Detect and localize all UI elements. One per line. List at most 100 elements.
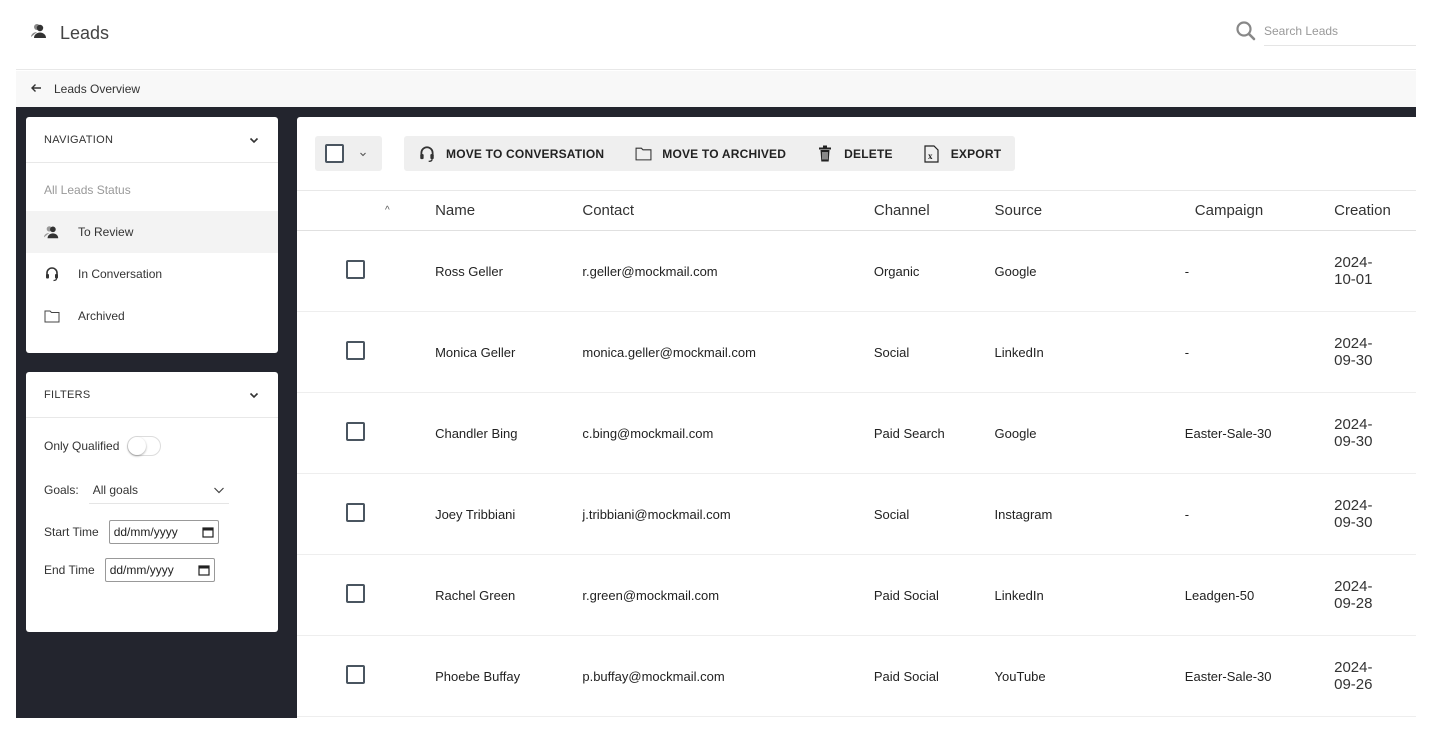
lead-campaign: Easter-Sale-30 bbox=[1184, 392, 1335, 474]
search-box bbox=[1234, 16, 1416, 46]
lead-contact: p.buffay@mockmail.com bbox=[582, 635, 874, 717]
chevron-down-icon[interactable] bbox=[248, 389, 260, 401]
goals-value: All goals bbox=[92, 482, 139, 497]
goals-label: Goals: bbox=[44, 483, 79, 497]
row-checkbox[interactable] bbox=[346, 422, 365, 441]
toggle-knob bbox=[128, 437, 147, 455]
table-header-row: ^ Name Contact Channel Source Campaign C… bbox=[297, 190, 1416, 231]
lead-creation-date: 2024-09-30 bbox=[1334, 392, 1416, 474]
chevron-down-icon bbox=[213, 487, 224, 493]
row-checkbox-cell bbox=[297, 230, 436, 312]
lead-creation-date: 2024-09-28 bbox=[1334, 554, 1416, 636]
column-header-source[interactable]: Source bbox=[994, 190, 1185, 231]
lead-creation-date: 2024-09-26 bbox=[1334, 635, 1416, 717]
action-label: MOVE TO CONVERSATION bbox=[446, 146, 605, 161]
filters-title: FILTERS bbox=[44, 388, 91, 401]
lead-campaign: - bbox=[1184, 473, 1335, 555]
table-row[interactable]: Phoebe Buffay p.buffay@mockmail.com Paid S… bbox=[297, 635, 1416, 717]
user-review-icon bbox=[44, 224, 60, 240]
leads-table: ^ Name Contact Channel Source Campaign C… bbox=[297, 190, 1416, 717]
lead-source: YouTube bbox=[994, 635, 1185, 717]
lead-channel: Social bbox=[873, 473, 995, 555]
table-row[interactable]: Joey Tribbiani j.tribbiani@mockmail.com So… bbox=[297, 473, 1416, 555]
end-time-value: dd/mm/yyyy bbox=[109, 563, 174, 577]
move-to-conversation-button[interactable]: MOVE TO CONVERSATION bbox=[418, 145, 604, 163]
column-header-creation[interactable]: Creation bbox=[1334, 190, 1416, 231]
search-input[interactable] bbox=[1264, 16, 1416, 46]
nav-item-label: In Conversation bbox=[78, 267, 163, 281]
export-button[interactable]: x EXPORT bbox=[923, 144, 1002, 163]
calendar-icon[interactable] bbox=[198, 564, 210, 576]
row-checkbox-cell bbox=[297, 311, 436, 393]
headset-icon bbox=[44, 266, 60, 282]
calendar-icon[interactable] bbox=[202, 526, 214, 538]
chevron-down-icon[interactable] bbox=[358, 149, 368, 159]
table-row[interactable]: Monica Geller monica.geller@mockmail.com S… bbox=[297, 311, 1416, 393]
row-checkbox[interactable] bbox=[346, 341, 365, 360]
select-all-checkbox[interactable] bbox=[325, 144, 344, 163]
sort-toggle[interactable]: ^ bbox=[297, 190, 436, 231]
nav-item-to-review[interactable]: To Review bbox=[26, 211, 278, 253]
folder-icon bbox=[634, 145, 652, 163]
lead-contact: j.tribbiani@mockmail.com bbox=[582, 473, 874, 555]
row-checkbox[interactable] bbox=[346, 665, 365, 684]
end-time-input[interactable]: dd/mm/yyyy bbox=[104, 558, 215, 582]
select-all-control[interactable] bbox=[315, 136, 382, 171]
nav-item-in-conversation[interactable]: In Conversation bbox=[26, 253, 278, 295]
action-label: DELETE bbox=[844, 146, 893, 161]
chevron-down-icon[interactable] bbox=[248, 134, 260, 146]
back-arrow-icon[interactable] bbox=[30, 82, 42, 97]
start-time-input[interactable]: dd/mm/yyyy bbox=[108, 520, 219, 544]
app-title: Leads bbox=[30, 22, 109, 45]
column-header-name[interactable]: Name bbox=[435, 190, 583, 231]
leads-icon bbox=[30, 22, 48, 45]
lead-campaign: Leadgen-50 bbox=[1184, 554, 1335, 636]
breadcrumb: Leads Overview bbox=[16, 71, 1416, 107]
lead-contact: c.bing@mockmail.com bbox=[582, 392, 874, 474]
row-checkbox[interactable] bbox=[346, 584, 365, 603]
navigation-title: NAVIGATION bbox=[44, 133, 114, 146]
column-header-campaign[interactable]: Campaign bbox=[1184, 190, 1335, 231]
lead-name: Joey Tribbiani bbox=[435, 473, 583, 555]
filters-panel: FILTERS Only Qualified Goals: All goals … bbox=[26, 372, 278, 632]
action-buttons: MOVE TO CONVERSATION MOVE TO ARCHIVED DE… bbox=[404, 136, 1016, 171]
navigation-header[interactable]: NAVIGATION bbox=[26, 117, 278, 163]
top-bar: Leads bbox=[16, 0, 1416, 70]
nav-item-label: To Review bbox=[78, 225, 134, 239]
lead-creation-date: 2024-09-30 bbox=[1334, 473, 1416, 555]
only-qualified-toggle[interactable] bbox=[127, 436, 162, 456]
lead-campaign: Easter-Sale-30 bbox=[1184, 635, 1335, 717]
move-to-archived-button[interactable]: MOVE TO ARCHIVED bbox=[634, 145, 786, 163]
lead-creation-date: 2024-10-01 bbox=[1334, 230, 1416, 312]
lead-channel: Paid Search bbox=[873, 392, 995, 474]
lead-channel: Paid Social bbox=[873, 554, 995, 636]
start-time-label: Start Time bbox=[44, 525, 99, 539]
lead-name: Ross Geller bbox=[435, 230, 583, 312]
folder-icon bbox=[44, 308, 60, 324]
goals-select[interactable]: All goals bbox=[88, 476, 229, 504]
row-checkbox[interactable] bbox=[346, 503, 365, 522]
search-icon[interactable] bbox=[1234, 19, 1258, 43]
column-header-channel[interactable]: Channel bbox=[873, 190, 995, 231]
lead-source: Google bbox=[994, 392, 1185, 474]
nav-item-archived[interactable]: Archived bbox=[26, 295, 278, 337]
headset-icon bbox=[418, 145, 436, 163]
row-checkbox-cell bbox=[297, 554, 436, 636]
table-row[interactable]: Chandler Bing c.bing@mockmail.com Paid Sea… bbox=[297, 392, 1416, 474]
column-header-contact[interactable]: Contact bbox=[582, 190, 874, 231]
table-row[interactable]: Rachel Green r.green@mockmail.com Paid Soc… bbox=[297, 554, 1416, 636]
breadcrumb-label[interactable]: Leads Overview bbox=[54, 82, 140, 96]
lead-campaign: - bbox=[1184, 230, 1335, 312]
only-qualified-label: Only Qualified bbox=[44, 439, 120, 453]
filters-header[interactable]: FILTERS bbox=[26, 372, 278, 418]
delete-button[interactable]: DELETE bbox=[816, 145, 893, 163]
lead-channel: Social bbox=[873, 311, 995, 393]
lead-source: LinkedIn bbox=[994, 311, 1185, 393]
svg-text:x: x bbox=[928, 151, 933, 161]
row-checkbox[interactable] bbox=[346, 260, 365, 279]
navigation-subtitle: All Leads Status bbox=[44, 183, 131, 197]
app: Leads Leads Overview NAVIGATION All Lead… bbox=[16, 0, 1416, 718]
lead-name: Rachel Green bbox=[435, 554, 583, 636]
table-row[interactable]: Ross Geller r.geller@mockmail.com Organic G… bbox=[297, 230, 1416, 312]
excel-export-icon: x bbox=[923, 144, 941, 163]
